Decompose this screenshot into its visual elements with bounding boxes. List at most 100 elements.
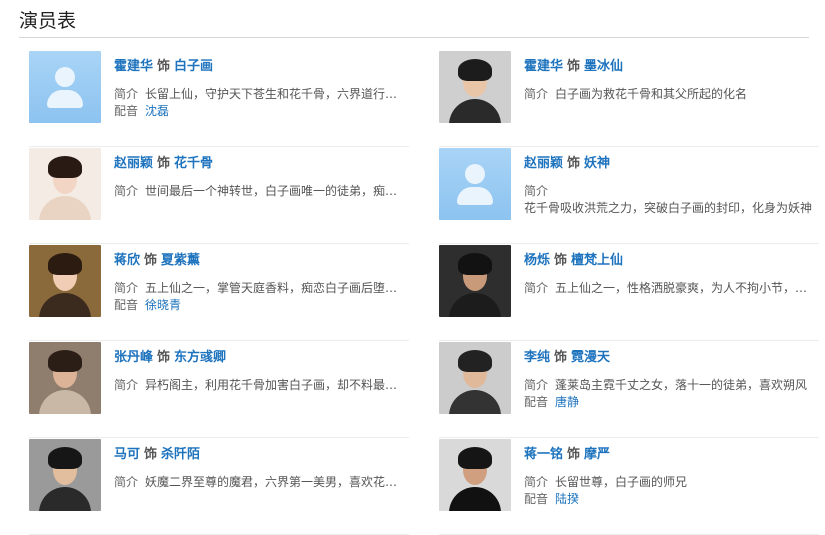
voice-actor-link[interactable]: 徐晓青 xyxy=(145,298,181,312)
actor-name-link[interactable]: 蒋一铭 xyxy=(524,447,563,462)
plays-as-label: 饰 xyxy=(567,447,581,462)
intro-label: 简介 xyxy=(114,87,139,101)
actor-name-link[interactable]: 霍建华 xyxy=(114,59,153,74)
actor-photo[interactable] xyxy=(29,342,101,414)
cast-card: 赵丽颖饰花千骨 简介 世间最后一个神转世，白子画唯一的徒弟，痴… xyxy=(29,148,409,244)
plays-as-label: 饰 xyxy=(157,350,171,365)
role-name-link[interactable]: 杀阡陌 xyxy=(161,447,200,462)
actor-name-link[interactable]: 杨烁 xyxy=(524,253,550,268)
intro-text: 五上仙之一，掌管天庭香料，痴恋白子画后堕… xyxy=(145,281,398,295)
intro-line: 简介 五上仙之一，性格洒脱豪爽，为人不拘小节，… xyxy=(524,280,809,297)
cast-card: 霍建华饰白子画 简介 长留上仙，守护天下苍生和花千骨，六界道行… 配音 沈磊 xyxy=(29,51,409,147)
voice-actor-link[interactable]: 沈磊 xyxy=(145,104,169,118)
cast-headline: 蒋欣饰夏紫薰 xyxy=(114,252,409,270)
role-name-link[interactable]: 花千骨 xyxy=(174,156,213,171)
role-name-link[interactable]: 墨冰仙 xyxy=(584,59,623,74)
cast-card: 杨烁饰檀梵上仙 简介 五上仙之一，性格洒脱豪爽，为人不拘小节，… xyxy=(439,245,819,341)
cast-headline: 李纯饰霓漫天 xyxy=(524,349,819,367)
cast-headline: 蒋一铭饰摩严 xyxy=(524,446,819,464)
actor-photo[interactable] xyxy=(439,439,511,511)
cast-card: 蒋一铭饰摩严 简介 长留世尊，白子画的师兄 配音 陆揆 xyxy=(439,439,819,535)
intro-text: 妖魔二界至尊的魔君，六界第一美男，喜欢花… xyxy=(145,475,398,489)
cast-headline: 赵丽颖饰妖神 xyxy=(524,155,819,173)
intro-line: 简介 长留上仙，守护天下苍生和花千骨，六界道行… xyxy=(114,86,399,103)
intro-label: 简介 xyxy=(114,184,139,198)
cast-headline: 霍建华饰墨冰仙 xyxy=(524,58,819,76)
intro-label: 简介 xyxy=(524,281,549,295)
intro-line: 简介 五上仙之一，掌管天庭香料，痴恋白子画后堕… xyxy=(114,280,399,297)
intro-text: 五上仙之一，性格洒脱豪爽，为人不拘小节，… xyxy=(555,281,808,295)
intro-line: 简介 妖魔二界至尊的魔君，六界第一美男，喜欢花… xyxy=(114,474,399,491)
dub-label: 配音 xyxy=(524,395,549,409)
cast-headline: 杨烁饰檀梵上仙 xyxy=(524,252,819,270)
role-name-link[interactable]: 霓漫天 xyxy=(571,350,610,365)
intro-text: 蓬莱岛主霓千丈之女，落十一的徒弟，喜欢朔风 xyxy=(555,378,808,392)
intro-line: 简介 蓬莱岛主霓千丈之女，落十一的徒弟，喜欢朔风 xyxy=(524,377,809,394)
plays-as-label: 饰 xyxy=(157,59,171,74)
actor-photo[interactable] xyxy=(29,245,101,317)
intro-text-extra: 花千骨吸收洪荒之力，突破白子画的封印，化身为妖神 xyxy=(524,201,813,215)
role-name-link[interactable]: 摩严 xyxy=(584,447,610,462)
avatar-placeholder-icon[interactable] xyxy=(439,148,511,220)
dub-line: 配音 徐晓青 xyxy=(114,297,399,314)
intro-text: 长留世尊，白子画的师兄 xyxy=(555,475,688,489)
actor-name-link[interactable]: 李纯 xyxy=(524,350,550,365)
actor-name-link[interactable]: 赵丽颖 xyxy=(114,156,153,171)
cast-card: 霍建华饰墨冰仙 简介 白子画为救花千骨和其父所起的化名 xyxy=(439,51,819,147)
role-name-link[interactable]: 妖神 xyxy=(584,156,610,171)
actor-name-link[interactable]: 赵丽颖 xyxy=(524,156,563,171)
dub-label: 配音 xyxy=(114,104,139,118)
cast-card: 张丹峰饰东方彧卿 简介 异朽阁主，利用花千骨加害白子画，却不料最… xyxy=(29,342,409,438)
intro-text: 世间最后一个神转世，白子画唯一的徒弟，痴… xyxy=(145,184,398,198)
intro-line: 简介 xyxy=(524,183,809,200)
actor-name-link[interactable]: 蒋欣 xyxy=(114,253,140,268)
cast-headline: 霍建华饰白子画 xyxy=(114,58,409,76)
actor-name-link[interactable]: 霍建华 xyxy=(524,59,563,74)
dub-line: 配音 唐静 xyxy=(524,394,809,411)
actor-name-link[interactable]: 马可 xyxy=(114,447,140,462)
plays-as-label: 饰 xyxy=(157,156,171,171)
intro-label: 简介 xyxy=(114,378,139,392)
cast-headline: 张丹峰饰东方彧卿 xyxy=(114,349,409,367)
intro-label: 简介 xyxy=(524,87,549,101)
cast-card: 李纯饰霓漫天 简介 蓬莱岛主霓千丈之女，落十一的徒弟，喜欢朔风 配音 唐静 xyxy=(439,342,819,438)
section-title: 演员表 xyxy=(19,10,77,32)
dub-label: 配音 xyxy=(524,492,549,506)
intro-line: 简介 异朽阁主，利用花千骨加害白子画，却不料最… xyxy=(114,377,399,394)
plays-as-label: 饰 xyxy=(554,253,568,268)
voice-actor-link[interactable]: 唐静 xyxy=(555,395,579,409)
intro-label: 简介 xyxy=(524,475,549,489)
cast-card: 蒋欣饰夏紫薰 简介 五上仙之一，掌管天庭香料，痴恋白子画后堕… 配音 徐晓青 xyxy=(29,245,409,341)
cast-card: 赵丽颖饰妖神 简介花千骨吸收洪荒之力，突破白子画的封印，化身为妖神 xyxy=(439,148,819,244)
cast-card: 马可饰杀阡陌 简介 妖魔二界至尊的魔君，六界第一美男，喜欢花… xyxy=(29,439,409,535)
cast-headline: 赵丽颖饰花千骨 xyxy=(114,155,409,173)
dub-line: 配音 陆揆 xyxy=(524,491,809,508)
actor-photo[interactable] xyxy=(439,51,511,123)
plays-as-label: 饰 xyxy=(144,447,158,462)
avatar-placeholder-icon[interactable] xyxy=(29,51,101,123)
intro-text: 白子画为救花千骨和其父所起的化名 xyxy=(555,87,748,101)
dub-line: 配音 沈磊 xyxy=(114,103,399,120)
role-name-link[interactable]: 夏紫薰 xyxy=(161,253,200,268)
voice-actor-link[interactable]: 陆揆 xyxy=(555,492,579,506)
actor-photo[interactable] xyxy=(439,342,511,414)
actor-photo[interactable] xyxy=(29,439,101,511)
actor-photo[interactable] xyxy=(439,245,511,317)
actor-name-link[interactable]: 张丹峰 xyxy=(114,350,153,365)
dub-label: 配音 xyxy=(114,298,139,312)
role-name-link[interactable]: 东方彧卿 xyxy=(174,350,226,365)
role-name-link[interactable]: 檀梵上仙 xyxy=(571,253,623,268)
intro-text: 长留上仙，守护天下苍生和花千骨，六界道行… xyxy=(145,87,398,101)
actor-photo[interactable] xyxy=(29,148,101,220)
plays-as-label: 饰 xyxy=(567,59,581,74)
plays-as-label: 饰 xyxy=(567,156,581,171)
intro-label: 简介 xyxy=(524,378,549,392)
role-name-link[interactable]: 白子画 xyxy=(174,59,213,74)
intro-line: 简介 白子画为救花千骨和其父所起的化名 xyxy=(524,86,809,103)
intro-label: 简介 xyxy=(114,281,139,295)
intro-text: 异朽阁主，利用花千骨加害白子画，却不料最… xyxy=(145,378,398,392)
intro-label: 简介 xyxy=(524,184,549,198)
intro-label: 简介 xyxy=(114,475,139,489)
intro-line: 简介 长留世尊，白子画的师兄 xyxy=(524,474,809,491)
title-divider xyxy=(19,37,809,38)
